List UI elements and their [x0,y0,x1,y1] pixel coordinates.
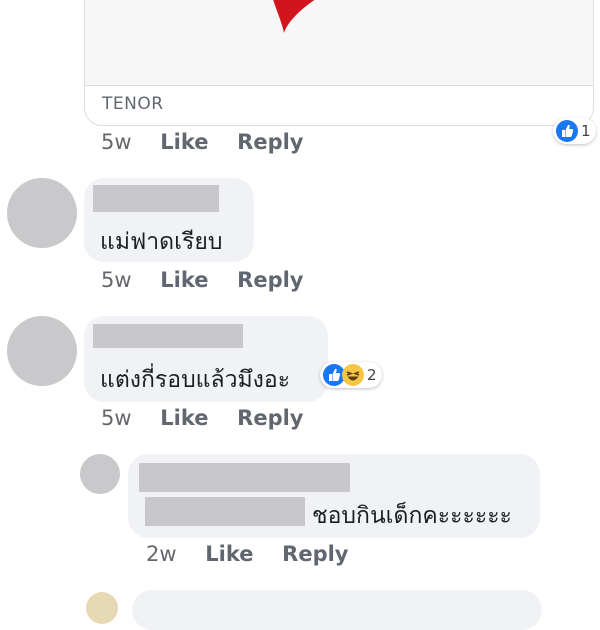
like-button[interactable]: Like [160,130,208,154]
reaction-summary[interactable]: 2 [320,362,382,388]
comment-text: แต่งกี่รอบแล้วมึงอะ [100,367,291,393]
reply-button[interactable]: Reply [237,130,303,154]
comment-bubble: แม่ฟาดเรียบ [84,178,254,262]
reply-button[interactable]: Reply [237,406,303,430]
like-button[interactable]: Like [160,406,208,430]
comment-bubble: แต่งกี่รอบแล้วมึงอะ [84,316,328,402]
comment-meta: 5w Like Reply [101,406,304,430]
heart-icon [273,0,315,33]
comment-text: แม่ฟาดเรียบ [100,229,223,255]
gif-source-label: TENOR [102,94,164,114]
haha-reaction-icon [342,364,364,386]
gif-preview[interactable] [85,0,593,86]
like-button[interactable]: Like [205,542,253,566]
avatar[interactable] [86,592,118,624]
redacted-author-name[interactable] [93,324,243,348]
avatar[interactable] [7,316,77,386]
avatar[interactable] [80,454,120,494]
comment-time[interactable]: 2w [146,542,177,566]
comment-meta: 5w Like Reply [101,130,304,154]
reaction-count: 2 [367,366,377,384]
reply-button[interactable]: Reply [282,542,348,566]
reaction-count: 1 [581,122,591,140]
avatar[interactable] [7,178,77,248]
reaction-summary[interactable]: 1 [553,118,596,144]
comment-time[interactable]: 5w [101,406,132,430]
redacted-author-name[interactable] [93,185,219,212]
reply-meta: 2w Like Reply [146,542,349,566]
like-button[interactable]: Like [160,268,208,292]
like-reaction-icon [556,120,578,142]
reply-text: ชอบกินเด็กคะะะะะะ [312,503,512,529]
redacted-mention[interactable] [145,497,305,526]
reply-button[interactable]: Reply [237,268,303,292]
comment-meta: 5w Like Reply [101,268,304,292]
comment-time[interactable]: 5w [101,268,132,292]
gif-attachment-card[interactable]: TENOR [84,0,594,126]
redacted-author-name[interactable] [139,463,350,492]
reply-bubble: ชอบกินเด็กคะะะะะะ [128,454,540,538]
reply-bubble [132,590,542,630]
comment-time[interactable]: 5w [101,130,132,154]
